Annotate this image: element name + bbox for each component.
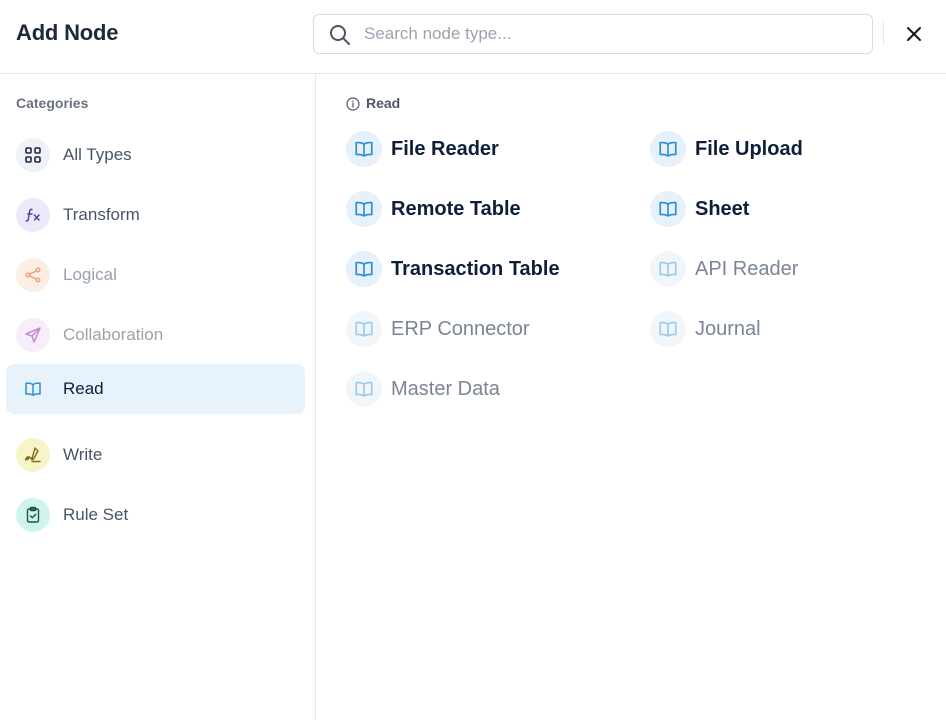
book-icon [346,191,382,227]
category-label: Read [63,379,104,398]
categories-sidebar: Categories All Types Transform Logical C… [0,74,316,720]
section-heading-label: Read [366,95,401,111]
category-label: Rule Set [63,505,129,524]
category-label: Write [63,445,103,464]
book-icon [346,251,382,287]
close-icon[interactable] [902,22,926,46]
search-input[interactable] [364,15,864,53]
node-label: File Upload [695,138,803,160]
book-icon [650,251,686,287]
node-file-reader[interactable]: File Reader [346,129,626,169]
book-icon [346,131,382,167]
node-remote-table[interactable]: Remote Table [346,189,626,229]
node-api-reader[interactable]: API Reader [650,249,930,289]
book-icon [16,372,50,406]
category-read[interactable]: Read [6,364,305,414]
info-icon [346,97,360,111]
node-label: Master Data [391,378,500,400]
node-label: Journal [695,318,761,340]
function-icon [16,198,50,232]
node-label: Remote Table [391,198,521,220]
node-transaction-table[interactable]: Transaction Table [346,249,626,289]
category-collaboration[interactable]: Collaboration [6,310,305,360]
categories-heading: Categories [16,95,89,111]
node-label: Sheet [695,198,750,220]
header-divider [883,20,884,46]
node-erp-connector[interactable]: ERP Connector [346,309,626,349]
node-list-panel: Read File Reader File Upload Remote Tabl… [316,74,946,720]
node-label: ERP Connector [391,318,530,340]
category-label: Logical [63,265,117,284]
category-label: All Types [63,145,132,164]
grid-icon [16,138,50,172]
category-label: Collaboration [63,325,164,344]
node-master-data[interactable]: Master Data [346,369,626,409]
node-label: Transaction Table [391,258,560,280]
node-label: File Reader [391,138,499,160]
category-transform[interactable]: Transform [6,190,305,240]
search-box[interactable] [313,14,873,54]
category-all-types[interactable]: All Types [6,130,305,180]
book-icon [650,191,686,227]
category-label: Transform [63,205,140,224]
share-branch-icon [16,258,50,292]
book-icon [346,371,382,407]
node-label: API Reader [695,258,799,280]
node-journal[interactable]: Journal [650,309,930,349]
category-rule-set[interactable]: Rule Set [6,490,305,540]
clipboard-check-icon [16,498,50,532]
search-icon [330,25,350,45]
send-icon [16,318,50,352]
node-file-upload[interactable]: File Upload [650,129,930,169]
node-sheet[interactable]: Sheet [650,189,930,229]
dialog-title: Add Node [16,20,119,45]
book-icon [346,311,382,347]
book-icon [650,131,686,167]
category-write[interactable]: Write [6,430,305,480]
header: Add Node [0,0,946,74]
category-logical[interactable]: Logical [6,250,305,300]
book-icon [650,311,686,347]
signature-pen-icon [16,438,50,472]
